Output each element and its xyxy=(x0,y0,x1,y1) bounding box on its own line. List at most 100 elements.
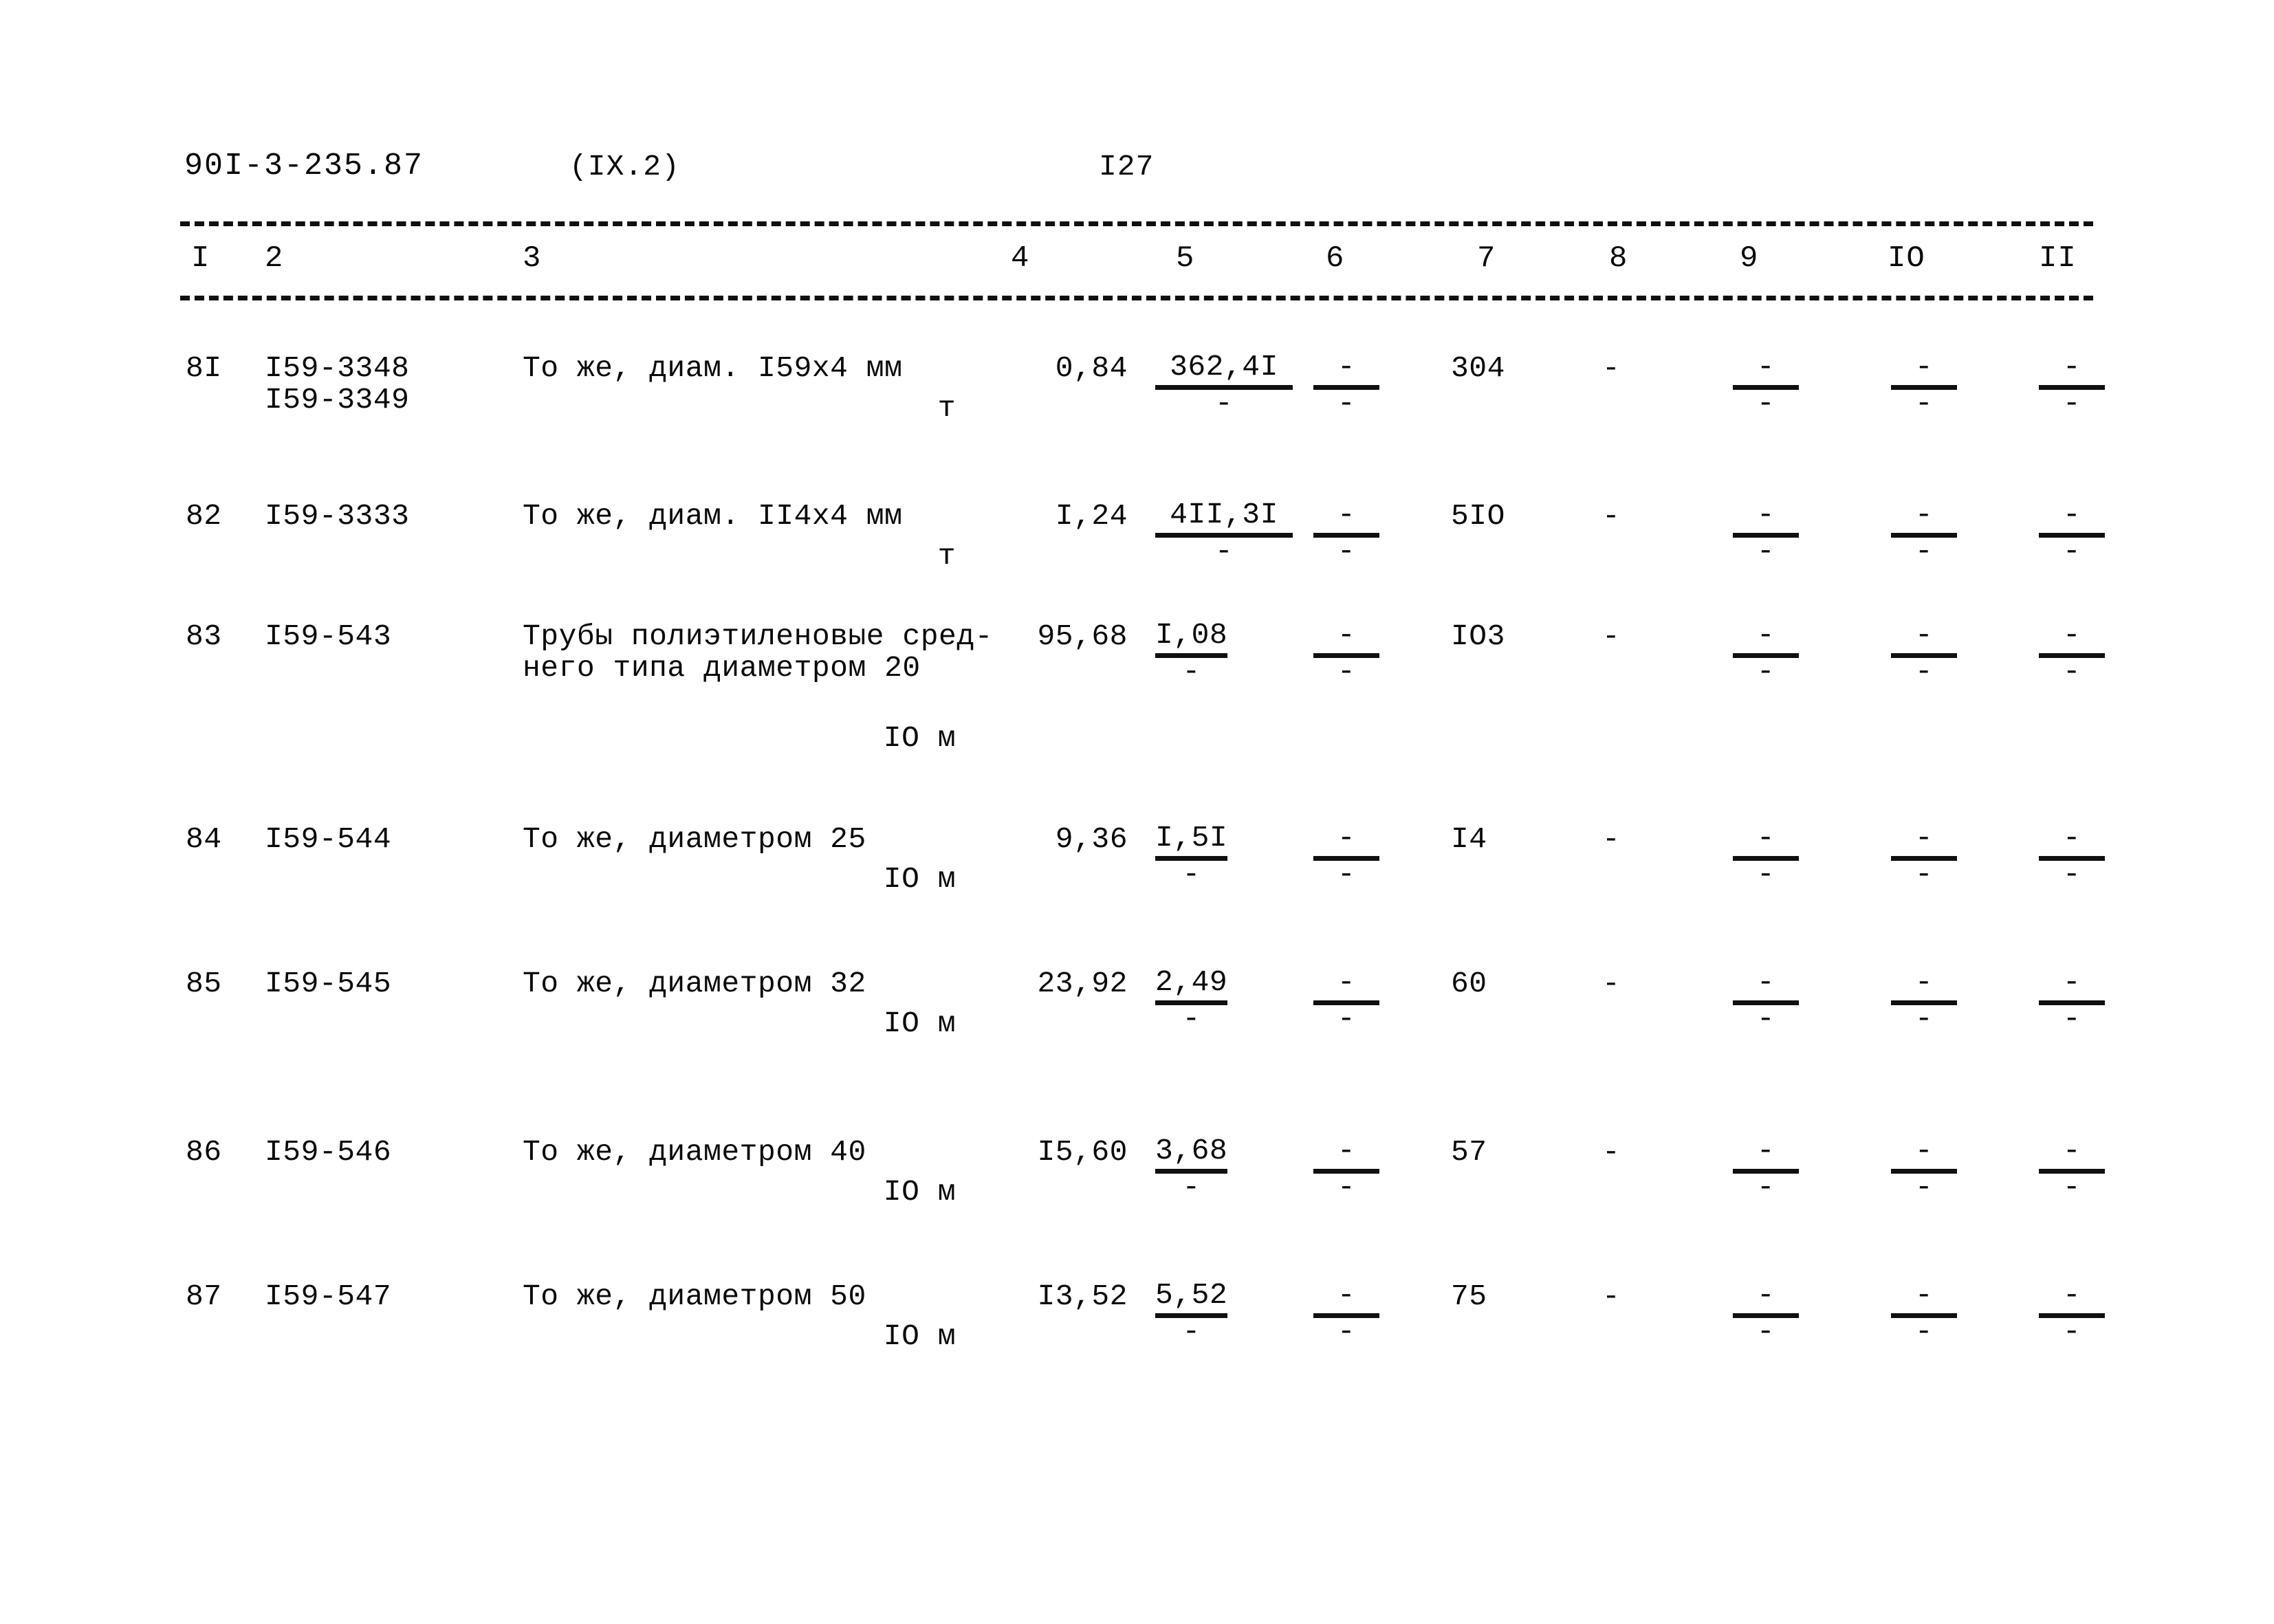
column-8-value: - xyxy=(1602,967,1621,1000)
fraction-denominator: - xyxy=(1182,1315,1201,1348)
fraction-denominator: - xyxy=(1914,386,1934,420)
fraction-denominator: - xyxy=(1182,655,1201,688)
fraction-denominator: - xyxy=(1337,534,1356,568)
column-8-value: - xyxy=(1602,1135,1621,1169)
fraction-numerator: - xyxy=(1756,965,1775,999)
fraction: -- xyxy=(1891,822,1957,889)
fraction: -- xyxy=(2039,351,2105,418)
fraction-denominator: - xyxy=(2062,1170,2081,1204)
fraction-numerator: - xyxy=(2062,821,2081,855)
unit-of-measure: т xyxy=(937,539,956,573)
unit-of-measure: т xyxy=(937,391,956,425)
fraction-denominator: - xyxy=(1337,386,1356,420)
fraction-numerator: 5,52 xyxy=(1155,1278,1228,1312)
resource-code: I59-3348 xyxy=(265,351,410,385)
column-7-value: 60 xyxy=(1451,967,1487,1000)
fraction: -- xyxy=(1313,618,1379,688)
column-6-fraction: -- xyxy=(1313,966,1417,1037)
quantity-value: I3,52 xyxy=(1037,1280,1128,1313)
description-cell: То же, диаметром 32 IO м xyxy=(523,966,997,1042)
fraction-denominator: - xyxy=(1914,655,1934,688)
column-header-4: 4 xyxy=(1011,241,1030,276)
column-5-fraction: 362,4I - xyxy=(1155,351,1300,421)
fraction: 5,52- xyxy=(1155,1278,1228,1348)
column-10-fraction: -- xyxy=(1891,966,2008,1037)
unit-of-measure: IO м xyxy=(883,1175,956,1209)
fraction-denominator: - xyxy=(1182,1170,1201,1204)
column-9-fraction: -- xyxy=(1733,498,1850,569)
resource-code: I59-543 xyxy=(265,619,392,653)
column-11-fraction: -- xyxy=(2039,822,2156,892)
fraction-numerator: - xyxy=(1337,1134,1356,1167)
row-number: 85 xyxy=(186,967,222,1000)
column-5-fraction: 5,52- xyxy=(1155,1279,1300,1350)
resource-code: I59-3333 xyxy=(265,499,410,533)
fraction-numerator: - xyxy=(1756,498,1775,531)
fraction-denominator: - xyxy=(1914,534,1934,568)
fraction-denominator: - xyxy=(1182,857,1201,891)
fraction-numerator: - xyxy=(2062,1278,2081,1312)
fraction-numerator: - xyxy=(1756,1278,1775,1312)
resource-code-cell: I59-3348 I59-3349 xyxy=(265,351,492,418)
fraction-numerator: - xyxy=(1914,618,1934,652)
fraction-numerator: - xyxy=(1337,618,1356,652)
column-8-value: - xyxy=(1602,351,1621,385)
column-header-11: II xyxy=(2039,241,2077,276)
fraction-denominator: - xyxy=(1214,534,1234,568)
column-header-7: 7 xyxy=(1477,241,1496,276)
column-7-value: 304 xyxy=(1451,351,1505,385)
description-cell: Трубы полиэтиленовые сред-него типа диам… xyxy=(523,619,997,756)
fraction: -- xyxy=(2039,618,2105,686)
column-header-9: 9 xyxy=(1740,241,1759,276)
resource-code: I59-546 xyxy=(265,1135,392,1169)
fraction-numerator: - xyxy=(1337,821,1356,855)
fraction-numerator: - xyxy=(1337,498,1356,531)
column-9-fraction: -- xyxy=(1733,822,1850,892)
fraction-denominator: - xyxy=(1182,1002,1201,1035)
quantity-value: 95,68 xyxy=(1037,619,1128,653)
column-6-fraction: -- xyxy=(1313,351,1417,421)
fraction-denominator: - xyxy=(1756,1002,1775,1035)
unit-of-measure: IO м xyxy=(883,1319,956,1353)
column-header-8: 8 xyxy=(1609,241,1628,276)
column-10-fraction: -- xyxy=(1891,619,2008,690)
column-11-fraction: -- xyxy=(2039,1134,2156,1205)
fraction-denominator: - xyxy=(1337,1315,1356,1348)
fraction-numerator: - xyxy=(1914,1134,1934,1167)
fraction-numerator: - xyxy=(2062,498,2081,531)
description-line-1: То же, диаметром 50 xyxy=(523,1280,866,1313)
fraction: -- xyxy=(2039,1278,2105,1346)
fraction: -- xyxy=(1891,498,1957,568)
quantity-value: I5,60 xyxy=(1037,1135,1128,1169)
fraction: -- xyxy=(1891,965,1957,1033)
fraction-numerator: - xyxy=(2062,1134,2081,1167)
fraction-denominator: - xyxy=(1337,1002,1356,1035)
fraction: -- xyxy=(1313,498,1379,568)
fraction-numerator: 4II,3I xyxy=(1170,498,1278,531)
resource-code: I59-545 xyxy=(265,967,392,1000)
description-cell: То же, диам. I59x4 мм т xyxy=(523,351,997,426)
column-6-fraction: -- xyxy=(1313,1134,1417,1205)
description-cell: То же, диам. II4x4 мм т xyxy=(523,498,997,574)
description-line-1: То же, диаметром 32 xyxy=(523,967,866,1000)
resource-code-cell: I59-546 xyxy=(265,1134,492,1170)
fraction-denominator: - xyxy=(1756,857,1775,891)
resource-code-cell: I59-544 xyxy=(265,822,492,857)
fraction: -- xyxy=(1313,1279,1379,1348)
table-header-bottom-rule xyxy=(180,296,2093,300)
fraction-numerator: - xyxy=(1914,350,1934,384)
fraction-numerator: - xyxy=(2062,618,2081,652)
quantity-value: 23,92 xyxy=(1037,967,1128,1000)
fraction-numerator: - xyxy=(1914,965,1934,999)
fraction-numerator: - xyxy=(2062,965,2081,999)
resource-code-secondary: I59-3349 xyxy=(265,383,410,417)
column-5-fraction: 4II,3I - xyxy=(1155,498,1300,569)
document-code: 90I-3-235.87 xyxy=(184,149,424,184)
column-6-fraction: -- xyxy=(1313,822,1417,892)
column-header-1: I xyxy=(191,241,210,276)
fraction-denominator: - xyxy=(1337,655,1356,688)
description-line-2: него типа диаметром 20 xyxy=(523,651,921,685)
fraction-numerator: 3,68 xyxy=(1155,1134,1228,1167)
column-9-fraction: -- xyxy=(1733,1134,1850,1205)
fraction-numerator: 362,4I xyxy=(1170,350,1278,384)
